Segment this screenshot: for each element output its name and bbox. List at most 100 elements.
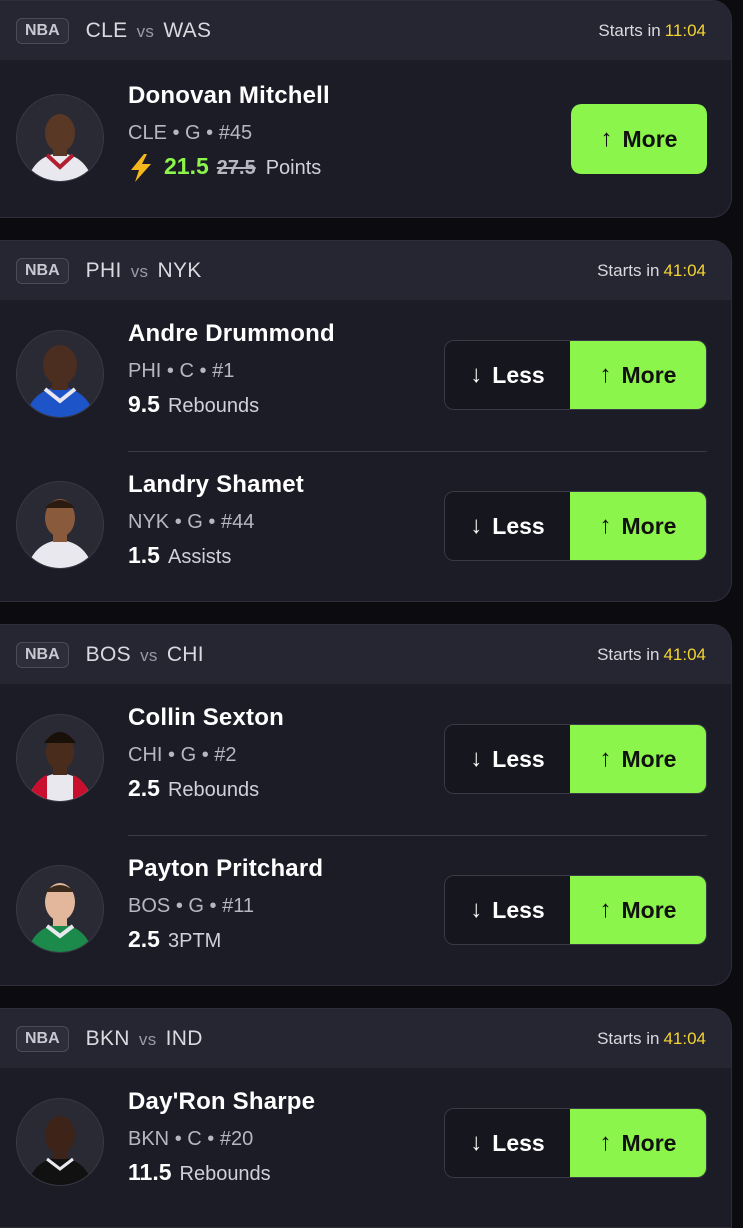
player-row[interactable]: Andre Drummond PHI • C • #1 9.5 Rebounds … xyxy=(0,300,731,451)
arrow-up-icon: ↑ xyxy=(599,512,612,539)
vs-label: vs xyxy=(130,261,149,281)
player-avatar xyxy=(16,1098,104,1186)
player-name: Donovan Mitchell xyxy=(128,82,330,109)
matchup: BKN vs IND xyxy=(86,1027,203,1051)
game-card: NBA CLE vs WAS Starts in 11:04 Donovan Mi… xyxy=(0,0,732,218)
more-button[interactable]: ↑ More xyxy=(570,1109,706,1177)
player-avatar xyxy=(16,481,104,569)
arrow-down-icon: ↓ xyxy=(470,745,483,772)
team-a: BOS xyxy=(85,642,131,666)
vs-label: vs xyxy=(140,645,158,665)
countdown-time: 41:04 xyxy=(663,1028,706,1048)
pick-buttons: ↓ Less ↑ More xyxy=(444,1108,707,1178)
player-meta: CLE • G • #45 xyxy=(128,122,253,144)
stat-type: Points xyxy=(265,157,322,179)
stat-type: Assists xyxy=(167,546,232,568)
projection: 21.5 27.5 Points xyxy=(128,153,330,183)
player-row[interactable]: Landry Shamet NYK • G • #44 1.5 Assists ↓… xyxy=(0,451,731,601)
less-button[interactable]: ↓ Less xyxy=(445,876,570,944)
pick-buttons: ↓ Less ↑ More xyxy=(444,875,707,945)
team-b: IND xyxy=(165,1026,203,1050)
league-badge: NBA xyxy=(16,257,69,284)
start-countdown: Starts in 41:04 xyxy=(597,260,706,280)
player-name: Payton Pritchard xyxy=(128,855,324,882)
player-meta: BKN • C • #20 xyxy=(128,1128,254,1150)
original-line: 27.5 xyxy=(216,157,256,179)
game-card: NBA PHI vs NYK Starts in 41:04 Andre Drum… xyxy=(0,240,732,602)
player-row[interactable]: Donovan Mitchell CLE • G • #45 21.5 27.5… xyxy=(0,60,731,217)
more-button[interactable]: ↑ More xyxy=(570,341,706,409)
player-row[interactable]: Collin Sexton CHI • G • #2 2.5 Rebounds ↓… xyxy=(0,684,731,835)
more-button[interactable]: ↑ More xyxy=(571,104,707,174)
player-meta: NYK • G • #44 xyxy=(128,511,255,533)
vs-label: vs xyxy=(136,21,155,41)
player-name: Day'Ron Sharpe xyxy=(128,1088,316,1115)
league-badge: NBA xyxy=(16,17,69,44)
projection: 1.5 Assists xyxy=(128,542,304,569)
pick-buttons: ↓ Less ↑ More xyxy=(444,340,707,410)
pick-buttons: ↓ Less ↑ More xyxy=(444,491,707,561)
stat-type: Rebounds xyxy=(179,1163,271,1185)
projection: 2.5 Rebounds xyxy=(128,775,284,802)
line-value: 2.5 xyxy=(128,775,160,801)
arrow-down-icon: ↓ xyxy=(470,896,483,923)
more-button[interactable]: ↑ More xyxy=(570,725,706,793)
arrow-down-icon: ↓ xyxy=(470,361,483,388)
line-value: 9.5 xyxy=(128,391,160,417)
player-meta: BOS • G • #11 xyxy=(128,895,254,917)
player-avatar xyxy=(16,865,104,953)
arrow-up-icon: ↑ xyxy=(599,361,612,388)
player-row[interactable]: Payton Pritchard BOS • G • #11 2.5 3PTM ↓… xyxy=(0,835,731,985)
arrow-up-icon: ↑ xyxy=(599,1129,612,1156)
game-card: NBA BKN vs IND Starts in 41:04 Day'Ron Sh… xyxy=(0,1008,732,1228)
boosted-line: 21.5 xyxy=(164,153,209,179)
line-value: 1.5 xyxy=(128,542,160,568)
countdown-time: 11:04 xyxy=(664,20,706,40)
player-avatar xyxy=(16,94,104,182)
player-meta: PHI • C • #1 xyxy=(128,360,235,382)
game-header: NBA BOS vs CHI Starts in 41:04 xyxy=(0,625,731,684)
game-card: NBA BOS vs CHI Starts in 41:04 Collin Sex… xyxy=(0,624,732,986)
player-row[interactable]: Day'Ron Sharpe BKN • C • #20 11.5 Rebound… xyxy=(0,1068,731,1219)
team-a: BKN xyxy=(85,1026,130,1050)
player-name: Andre Drummond xyxy=(128,320,335,347)
stat-type: 3PTM xyxy=(167,930,222,952)
arrow-down-icon: ↓ xyxy=(470,1129,483,1156)
countdown-time: 41:04 xyxy=(663,644,706,664)
less-button[interactable]: ↓ Less xyxy=(445,1109,570,1177)
league-badge: NBA xyxy=(16,641,69,668)
matchup: CLE vs WAS xyxy=(86,19,212,43)
projection: 2.5 3PTM xyxy=(128,926,323,953)
line-value: 2.5 xyxy=(128,926,160,952)
player-name: Landry Shamet xyxy=(128,471,304,498)
league-badge: NBA xyxy=(16,1025,69,1052)
pick-buttons: ↓ Less ↑ More xyxy=(444,724,707,794)
arrow-up-icon: ↑ xyxy=(599,896,612,923)
projection: 9.5 Rebounds xyxy=(128,391,335,418)
arrow-up-icon: ↑ xyxy=(599,745,612,772)
player-avatar xyxy=(16,714,104,802)
team-b: CHI xyxy=(166,642,204,666)
lightning-bolt-icon xyxy=(131,154,151,182)
game-header: NBA BKN vs IND Starts in 41:04 xyxy=(0,1009,731,1068)
game-header: NBA CLE vs WAS Starts in 11:04 xyxy=(0,1,731,60)
arrow-down-icon: ↓ xyxy=(470,512,483,539)
pick-buttons: ↑ More xyxy=(571,104,707,174)
start-countdown: Starts in 41:04 xyxy=(597,644,706,664)
less-button[interactable]: ↓ Less xyxy=(445,341,570,409)
projection: 11.5 Rebounds xyxy=(128,1159,315,1186)
matchup: PHI vs NYK xyxy=(86,259,202,283)
less-button[interactable]: ↓ Less xyxy=(445,725,570,793)
stat-type: Rebounds xyxy=(167,779,260,801)
more-button[interactable]: ↑ More xyxy=(570,876,706,944)
arrow-up-icon: ↑ xyxy=(600,125,613,152)
team-b: NYK xyxy=(157,258,202,282)
team-a: CLE xyxy=(85,18,128,42)
game-header: NBA PHI vs NYK Starts in 41:04 xyxy=(0,241,731,300)
less-button[interactable]: ↓ Less xyxy=(445,492,570,560)
matchup: BOS vs CHI xyxy=(86,643,204,667)
start-countdown: Starts in 41:04 xyxy=(597,1028,706,1048)
more-button[interactable]: ↑ More xyxy=(570,492,706,560)
stat-type: Rebounds xyxy=(167,395,260,417)
start-countdown: Starts in 11:04 xyxy=(598,20,706,40)
